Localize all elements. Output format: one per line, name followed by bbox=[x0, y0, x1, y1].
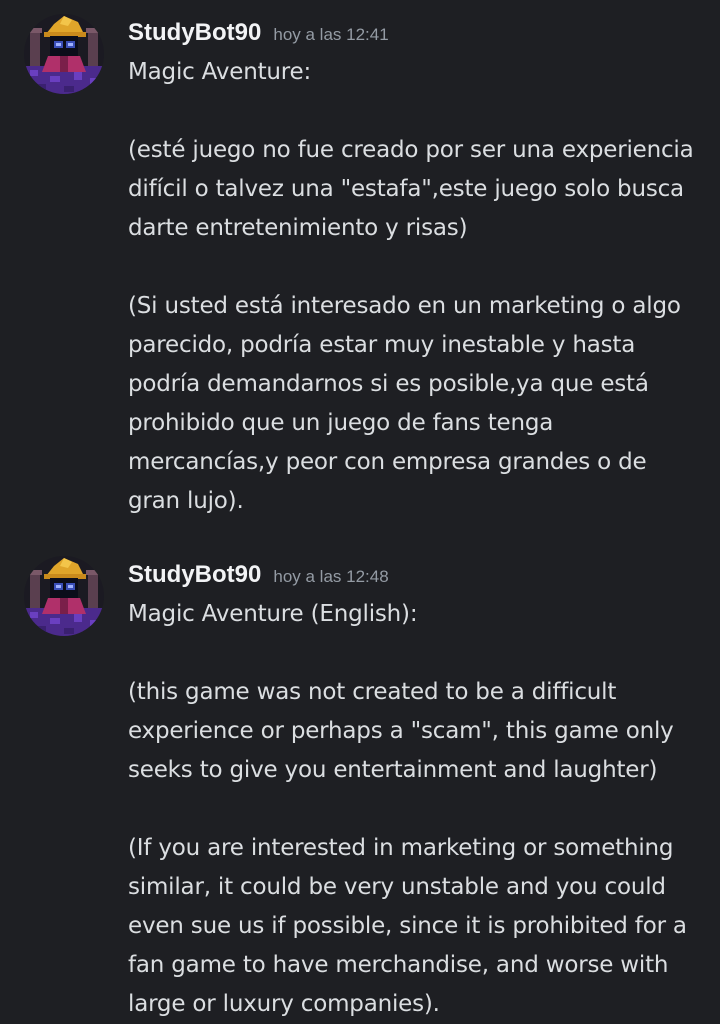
username[interactable]: StudyBot90 bbox=[128, 19, 261, 46]
message-line: Magic Aventure: bbox=[128, 59, 312, 85]
message-header: StudyBot90 hoy a las 12:41 bbox=[128, 19, 389, 49]
user-avatar[interactable] bbox=[24, 556, 104, 636]
message-line: darte entretenimiento y risas) bbox=[128, 215, 468, 241]
message-line: mercancías,y peor con empresa grandes o … bbox=[128, 449, 647, 475]
message-line: large or luxury companies). bbox=[128, 991, 440, 1017]
wizard-avatar-icon bbox=[24, 556, 104, 636]
message-line: difícil o talvez una "estafa",este juego… bbox=[128, 176, 684, 202]
message-line: fan game to have merchandise, and worse … bbox=[128, 952, 669, 978]
message-line: (If you are interested in marketing or s… bbox=[128, 835, 674, 861]
wizard-avatar-icon bbox=[24, 14, 104, 94]
message-line: Magic Aventure (English): bbox=[128, 601, 418, 627]
message-line: podría demandarnos si es posible,ya que … bbox=[128, 371, 649, 397]
message-content: Magic Aventure (English): (this game was… bbox=[128, 595, 708, 1024]
message-line: seeks to give you entertainment and laug… bbox=[128, 757, 658, 783]
message-line: similar, it could be very unstable and y… bbox=[128, 874, 666, 900]
message-line: prohibido que un juego de fans tenga bbox=[128, 410, 554, 436]
message-line: parecido, podría estar muy inestable y h… bbox=[128, 332, 636, 358]
timestamp[interactable]: hoy a las 12:41 bbox=[273, 25, 388, 44]
message-line: even sue us if possible, since it is pro… bbox=[128, 913, 687, 939]
user-avatar[interactable] bbox=[24, 14, 104, 94]
message-line: (this game was not created to be a diffi… bbox=[128, 679, 617, 705]
message-line: (Si usted está interesado en un marketin… bbox=[128, 293, 681, 319]
message-header: StudyBot90 hoy a las 12:48 bbox=[128, 561, 389, 591]
username[interactable]: StudyBot90 bbox=[128, 561, 261, 588]
message-line: experience or perhaps a "scam", this gam… bbox=[128, 718, 674, 744]
message-line: gran lujo). bbox=[128, 488, 244, 514]
message-content: Magic Aventure: (esté juego no fue cread… bbox=[128, 53, 708, 521]
message-line: (esté juego no fue creado por ser una ex… bbox=[128, 137, 694, 163]
timestamp[interactable]: hoy a las 12:48 bbox=[273, 567, 388, 586]
